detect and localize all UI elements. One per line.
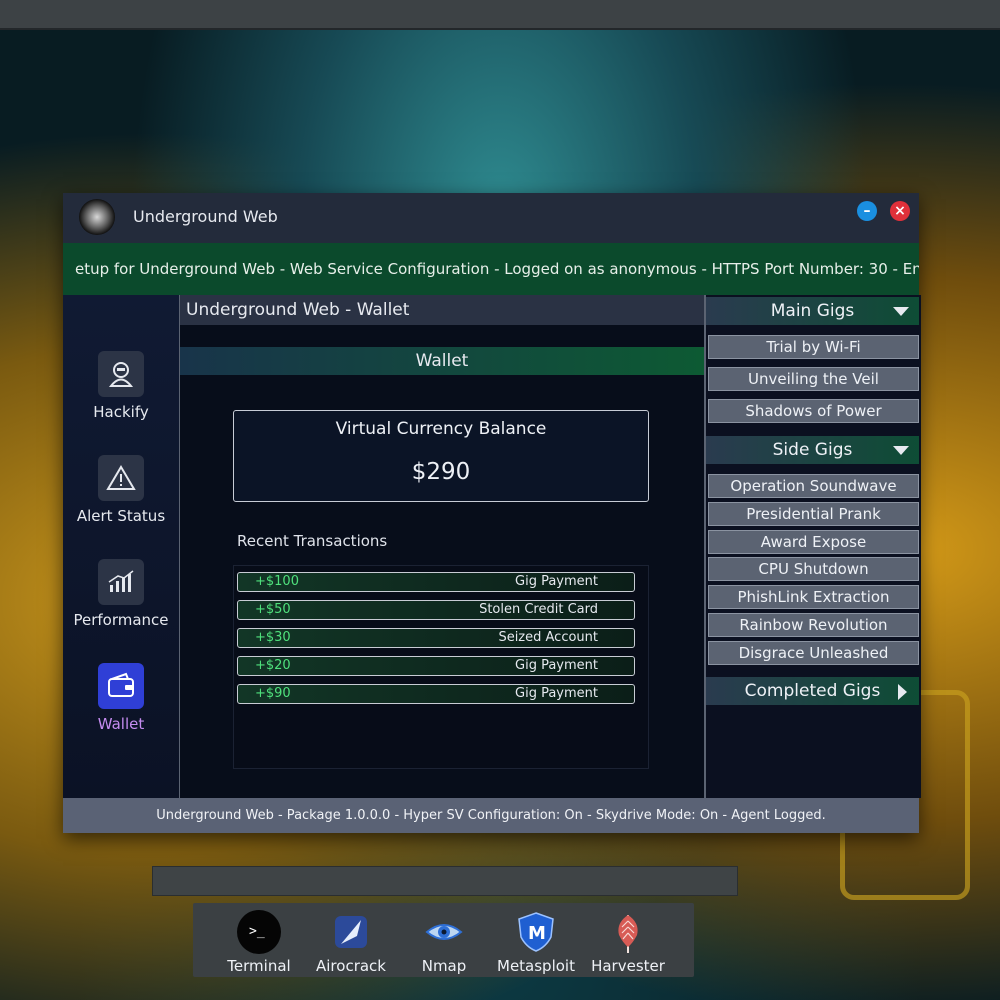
chevron-right-icon — [898, 684, 907, 700]
sidebar-item-performance[interactable]: Performance — [63, 559, 179, 629]
svg-text:>_: >_ — [249, 924, 265, 939]
transaction-description: Gig Payment — [515, 574, 598, 589]
completed-gigs-title: Completed Gigs — [744, 681, 881, 701]
side-gigs-header[interactable]: Side Gigs — [706, 436, 919, 464]
sidebar-item-label: Hackify — [93, 403, 149, 421]
gig-button[interactable]: Trial by Wi-Fi — [708, 335, 919, 359]
dock-item-metasploit[interactable]: M Metasploit — [491, 909, 581, 975]
gig-button[interactable]: Award Expose — [708, 530, 919, 554]
airocrack-icon — [328, 909, 374, 955]
transaction-description: Stolen Credit Card — [479, 602, 598, 617]
window-title: Underground Web — [133, 207, 278, 226]
gig-button[interactable]: Operation Soundwave — [708, 474, 919, 498]
dock-item-label: Nmap — [421, 957, 467, 975]
title-bar: Underground Web – × — [63, 193, 919, 243]
transaction-amount: +$90 — [255, 686, 291, 701]
dock-item-terminal[interactable]: >_ Terminal — [214, 909, 304, 975]
sidebar-item-alert-status[interactable]: Alert Status — [63, 455, 179, 525]
transaction-description: Gig Payment — [515, 686, 598, 701]
dock-item-label: Airocrack — [316, 957, 386, 975]
performance-chart-icon — [98, 559, 144, 605]
transaction-row: +$90 Gig Payment — [237, 684, 635, 704]
transaction-amount: +$30 — [255, 630, 291, 645]
balance-label: Virtual Currency Balance — [335, 419, 547, 439]
minimize-button[interactable]: – — [857, 201, 877, 221]
dock-item-label: Metasploit — [497, 957, 575, 975]
chevron-down-icon — [893, 446, 909, 455]
balance-value: $290 — [411, 459, 471, 485]
status-bar: Underground Web - Package 1.0.0.0 - Hype… — [63, 798, 919, 833]
sidebar-item-label: Performance — [73, 611, 169, 629]
hacker-icon — [98, 351, 144, 397]
dock-item-label: Terminal — [227, 957, 291, 975]
gig-button[interactable]: CPU Shutdown — [708, 557, 919, 581]
page-title: Underground Web - Wallet — [180, 295, 704, 325]
transaction-amount: +$100 — [255, 574, 299, 589]
transactions-list: +$100 Gig Payment +$50 Stolen Credit Car… — [233, 565, 649, 769]
transaction-amount: +$20 — [255, 658, 291, 673]
taskbar — [152, 866, 738, 896]
status-ticker: etup for Underground Web - Web Service C… — [63, 243, 919, 295]
transaction-description: Seized Account — [498, 630, 598, 645]
transaction-description: Gig Payment — [515, 658, 598, 673]
transaction-row: +$50 Stolen Credit Card — [237, 600, 635, 620]
sidebar-item-wallet[interactable]: Wallet — [63, 663, 179, 733]
main-gigs-header[interactable]: Main Gigs — [706, 297, 919, 325]
close-button[interactable]: × — [890, 201, 910, 221]
metasploit-shield-icon: M — [513, 909, 559, 955]
dock-item-label: Harvester — [591, 957, 665, 975]
dock: >_ Terminal Airocrack Nmap M Metasploit … — [193, 903, 694, 977]
svg-text:M: M — [528, 923, 546, 944]
balance-card: Virtual Currency Balance $290 — [233, 410, 649, 502]
gig-button[interactable]: Disgrace Unleashed — [708, 641, 919, 665]
chevron-down-icon — [893, 307, 909, 316]
recent-transactions-label: Recent Transactions — [237, 532, 388, 550]
app-window: Underground Web – × etup for Underground… — [63, 193, 921, 833]
gig-button[interactable]: Rainbow Revolution — [708, 613, 919, 637]
gig-button[interactable]: Presidential Prank — [708, 502, 919, 526]
ticker-text: etup for Underground Web - Web Service C… — [75, 260, 919, 278]
app-logo-icon — [79, 199, 115, 235]
transaction-row: +$20 Gig Payment — [237, 656, 635, 676]
dock-item-airocrack[interactable]: Airocrack — [306, 909, 396, 975]
wallet-icon — [98, 663, 144, 709]
gig-button[interactable]: PhishLink Extraction — [708, 585, 919, 609]
sidebar-item-label: Wallet — [97, 715, 145, 733]
section-title: Wallet — [180, 347, 704, 375]
sidebar-item-label: Alert Status — [76, 507, 166, 525]
dock-item-nmap[interactable]: Nmap — [399, 909, 489, 975]
completed-gigs-header[interactable]: Completed Gigs — [706, 677, 919, 705]
dock-item-harvester[interactable]: Harvester — [583, 909, 673, 975]
transaction-amount: +$50 — [255, 602, 291, 617]
sidebar: Hackify Alert Status Performance Wallet — [63, 295, 181, 798]
side-gigs-title: Side Gigs — [772, 440, 853, 460]
gig-button[interactable]: Shadows of Power — [708, 399, 919, 423]
terminal-icon: >_ — [236, 909, 282, 955]
transaction-row: +$100 Gig Payment — [237, 572, 635, 592]
wallet-panel: Underground Web - Wallet Wallet Virtual … — [180, 295, 704, 798]
harvester-icon — [605, 909, 651, 955]
sidebar-item-hackify[interactable]: Hackify — [63, 351, 179, 421]
gigs-panel: Main Gigs Trial by Wi-Fi Unveiling the V… — [704, 295, 921, 798]
gig-button[interactable]: Unveiling the Veil — [708, 367, 919, 391]
top-bar — [0, 0, 1000, 30]
eye-icon — [421, 909, 467, 955]
warning-icon — [98, 455, 144, 501]
transaction-row: +$30 Seized Account — [237, 628, 635, 648]
main-gigs-title: Main Gigs — [770, 301, 855, 321]
